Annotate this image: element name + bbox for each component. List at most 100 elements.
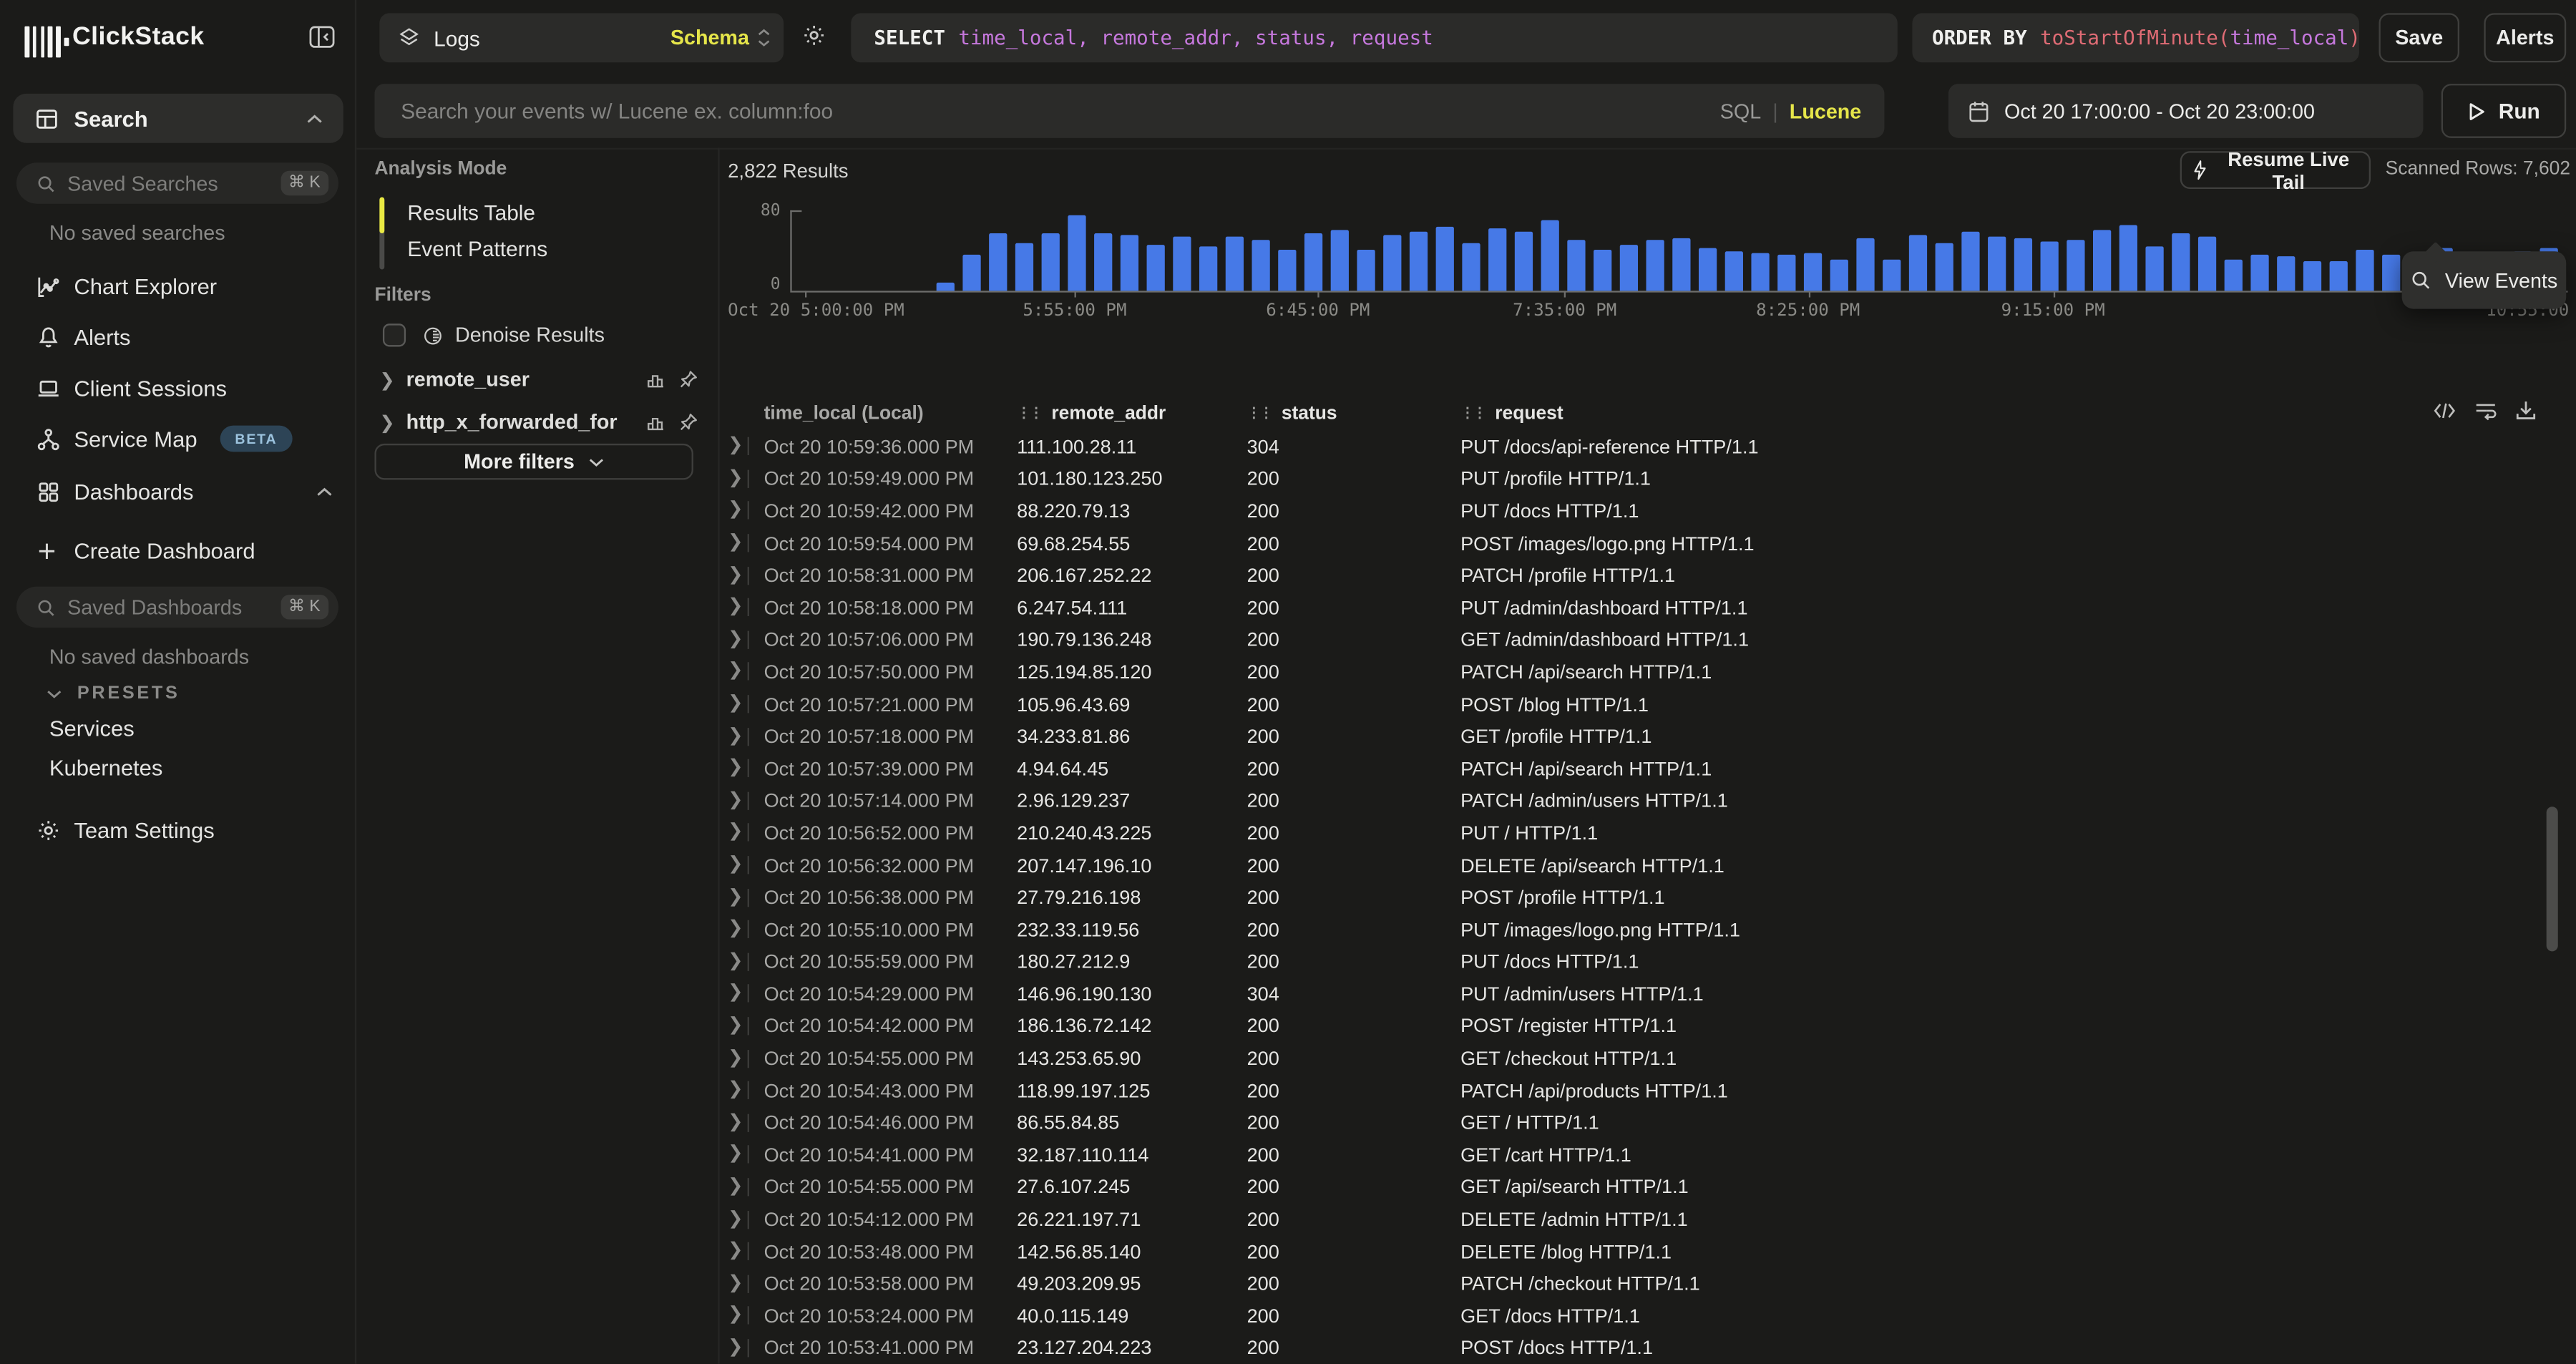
view-events-popup[interactable]: View Events [2402,251,2567,308]
expand-row-button[interactable]: ❯ [728,953,748,970]
lucene-mode-toggle[interactable]: Lucene [1790,99,1861,122]
expand-row-button[interactable]: ❯ [728,1049,748,1067]
table-row[interactable]: ❯Oct 20 10:53:58.000 PM49.203.209.95200P… [728,1267,2560,1300]
download-icon[interactable] [2515,399,2537,421]
chart-icon[interactable] [645,370,665,390]
preset-item-kubernetes[interactable]: Kubernetes [49,756,163,780]
search-input[interactable]: Search your events w/ Lucene ex. column:… [374,84,1884,138]
expand-row-button[interactable]: ❯ [728,566,748,584]
source-selector[interactable]: Logs Schema [379,13,784,62]
expand-row-button[interactable]: ❯ [728,437,748,455]
table-row[interactable]: ❯Oct 20 10:57:06.000 PM190.79.136.248200… [728,623,2560,656]
expand-row-button[interactable]: ❯ [728,1146,748,1164]
expand-row-button[interactable]: ❯ [728,598,748,616]
table-row[interactable]: ❯Oct 20 10:55:59.000 PM180.27.212.9200PU… [728,945,2560,978]
filter-field-remote_user[interactable]: ❯remote_user [374,363,698,396]
table-row[interactable]: ❯Oct 20 10:59:42.000 PM88.220.79.13200PU… [728,495,2560,527]
table-row[interactable]: ❯Oct 20 10:56:32.000 PM207.147.196.10200… [728,849,2560,881]
pin-icon[interactable] [678,370,698,390]
mode-event-patterns[interactable]: Event Patterns [407,237,547,261]
table-row[interactable]: ❯Oct 20 10:54:46.000 PM86.55.84.85200GET… [728,1106,2560,1139]
chart-plot-area[interactable] [805,213,2568,291]
sidebar-item-search[interactable]: Search [13,94,343,143]
table-row[interactable]: ❯Oct 20 10:57:14.000 PM2.96.129.237200PA… [728,784,2560,817]
table-row[interactable]: ❯Oct 20 10:59:49.000 PM101.180.123.25020… [728,463,2560,495]
preset-item-services[interactable]: Services [49,716,135,741]
table-row[interactable]: ❯Oct 20 10:58:18.000 PM6.247.54.111200PU… [728,591,2560,623]
save-button[interactable]: Save [2379,13,2459,62]
table-row[interactable]: ❯Oct 20 10:54:43.000 PM118.99.197.125200… [728,1074,2560,1106]
events-histogram[interactable]: 80 0 Oct 20 5:00:00 PM5:55:00 PM6:45:00 … [728,200,2576,323]
resume-live-tail-button[interactable]: Resume Live Tail [2180,151,2371,189]
chart-icon[interactable] [645,412,665,432]
more-filters-button[interactable]: More filters [374,444,693,480]
expand-row-button[interactable]: ❯ [728,469,748,487]
sql-mode-toggle[interactable]: SQL [1720,99,1761,122]
denoise-results-toggle[interactable]: Denoise Results [383,323,605,346]
expand-row-button[interactable]: ❯ [728,1017,748,1035]
denoise-checkbox[interactable] [383,323,406,346]
table-row[interactable]: ❯Oct 20 10:56:52.000 PM210.240.43.225200… [728,817,2560,849]
table-row[interactable]: ❯Oct 20 10:54:55.000 PM143.253.65.90200G… [728,1042,2560,1074]
expand-row-button[interactable]: ❯ [728,759,748,777]
create-dashboard-button[interactable]: Create Dashboard [0,532,356,569]
table-row[interactable]: ❯Oct 20 10:57:18.000 PM34.233.81.86200GE… [728,720,2560,752]
table-row[interactable]: ❯Oct 20 10:53:24.000 PM40.0.115.149200GE… [728,1300,2560,1332]
expand-row-button[interactable]: ❯ [728,920,748,938]
drag-grip-icon[interactable]: ⋮⋮ [1460,406,1485,421]
expand-row-button[interactable]: ❯ [728,1178,748,1196]
pin-icon[interactable] [678,412,698,432]
table-row[interactable]: ❯Oct 20 10:59:36.000 PM111.100.28.11304P… [728,431,2560,463]
expand-row-button[interactable]: ❯ [728,1242,748,1260]
table-row[interactable]: ❯Oct 20 10:54:12.000 PM26.221.197.71200D… [728,1203,2560,1235]
table-row[interactable]: ❯Oct 20 10:56:38.000 PM27.79.216.198200P… [728,881,2560,913]
table-row[interactable]: ❯Oct 20 10:55:10.000 PM232.33.119.56200P… [728,913,2560,945]
select-clause-input[interactable]: SELECT time_local, remote_addr, status, … [851,13,1898,62]
expand-row-button[interactable]: ❯ [728,663,748,681]
table-row[interactable]: ❯Oct 20 10:54:41.000 PM32.187.110.114200… [728,1139,2560,1171]
expand-row-button[interactable]: ❯ [728,1275,748,1292]
expand-row-button[interactable]: ❯ [728,856,748,874]
table-row[interactable]: ❯Oct 20 10:57:50.000 PM125.194.85.120200… [728,656,2560,688]
sidebar-item-service-map[interactable]: Service Map BETA [0,421,356,457]
column-header-request[interactable]: ⋮⋮request [1460,404,2560,424]
expand-row-button[interactable]: ❯ [728,1210,748,1228]
filter-field-http_x_forwarded_for[interactable]: ❯http_x_forwarded_for [374,406,698,439]
order-by-input[interactable]: ORDER BY toStartOfMinute( time_local ) D [1912,13,2358,62]
source-settings-gear-icon[interactable] [801,23,826,47]
expand-row-button[interactable]: ❯ [728,630,748,648]
expand-row-button[interactable]: ❯ [728,791,748,809]
drag-grip-icon[interactable]: ⋮⋮ [1017,406,1041,421]
mode-results-table[interactable]: Results Table [407,200,535,225]
sidebar-item-dashboards[interactable]: Dashboards [0,473,356,510]
expand-row-button[interactable]: ❯ [728,727,748,745]
presets-section-toggle[interactable]: PRESETS [46,683,180,703]
sidebar-collapse-icon[interactable] [309,24,336,49]
drag-grip-icon[interactable]: ⋮⋮ [1247,406,1272,421]
expand-row-button[interactable]: ❯ [728,534,748,552]
saved-searches-input[interactable]: Saved Searches ⌘ K [16,162,338,203]
schema-link[interactable]: Schema [670,26,749,49]
expand-row-button[interactable]: ❯ [728,888,748,906]
vertical-scrollbar-thumb[interactable] [2547,807,2558,951]
column-header-time-local[interactable]: time_local (Local) [764,404,1018,424]
time-range-picker[interactable]: Oct 20 17:00:00 - Oct 20 23:00:00 [1948,84,2424,138]
table-row[interactable]: ❯Oct 20 10:54:42.000 PM186.136.72.142200… [728,1010,2560,1042]
table-row[interactable]: ❯Oct 20 10:57:21.000 PM105.96.43.69200PO… [728,688,2560,720]
expand-row-button[interactable]: ❯ [728,1307,748,1325]
sidebar-item-chart-explorer[interactable]: Chart Explorer [0,268,356,304]
column-header-status[interactable]: ⋮⋮status [1247,404,1460,424]
column-header-remote-addr[interactable]: ⋮⋮remote_addr [1017,404,1246,424]
expand-row-button[interactable]: ❯ [728,1114,748,1131]
table-row[interactable]: ❯Oct 20 10:58:31.000 PM206.167.252.22200… [728,559,2560,591]
sidebar-item-client-sessions[interactable]: Client Sessions [0,370,356,406]
sidebar-item-alerts[interactable]: Alerts [0,318,356,355]
saved-dashboards-input[interactable]: Saved Dashboards ⌘ K [16,587,338,628]
table-row[interactable]: ❯Oct 20 10:59:54.000 PM69.68.254.55200PO… [728,527,2560,559]
wrap-lines-icon[interactable] [2474,400,2497,420]
code-view-icon[interactable] [2433,400,2456,420]
table-row[interactable]: ❯Oct 20 10:54:55.000 PM27.6.107.245200GE… [728,1171,2560,1203]
table-row[interactable]: ❯Oct 20 10:53:48.000 PM142.56.85.140200D… [728,1235,2560,1267]
table-row[interactable]: ❯Oct 20 10:57:39.000 PM4.94.64.45200PATC… [728,752,2560,784]
table-row[interactable]: ❯Oct 20 10:54:29.000 PM146.96.190.130304… [728,978,2560,1010]
